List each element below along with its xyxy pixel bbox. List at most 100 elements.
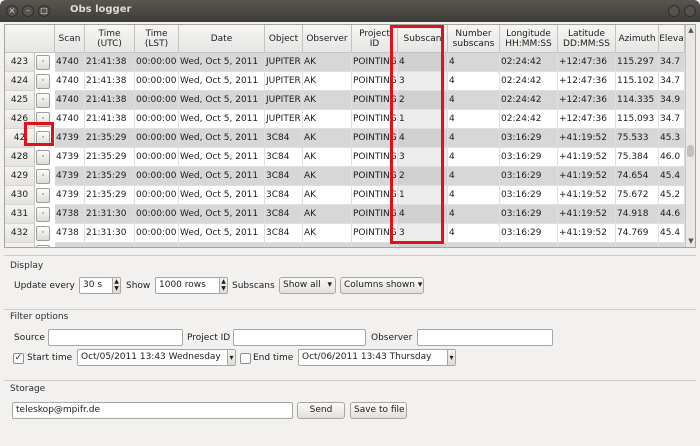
column-header[interactable]: Eleva [659, 25, 685, 53]
spin-arrows-icon[interactable]: ▲ ▼ [112, 278, 120, 293]
table-cell: 00:00:00 [135, 224, 179, 243]
table-cell: 4 [448, 243, 500, 247]
chevron-down-icon[interactable]: ▾ [447, 350, 455, 365]
row-details-button[interactable]: · [36, 169, 50, 184]
end-time-picker[interactable]: Oct/06/2011 13:43 Thursday ▾ [298, 349, 456, 366]
table-cell: AK [303, 129, 352, 148]
table-cell: 75.384 [616, 148, 659, 167]
table-cell: 4 [448, 167, 500, 186]
minimize-icon[interactable]: – [22, 5, 34, 17]
table-cell: 00:00:00 [135, 243, 179, 247]
observer-input[interactable] [417, 329, 553, 346]
row-number: 423 [5, 53, 35, 72]
scroll-up-icon[interactable]: ▲ [686, 25, 695, 35]
table-row[interactable]: 424 · 4740 21:41:38 00:00:00 Wed, Oct 5, 2011… [5, 72, 685, 91]
table-cell: 21:35:29 [85, 148, 135, 167]
expand-icon[interactable] [684, 5, 696, 17]
table-row[interactable]: 425 · 4740 21:41:38 00:00:00 Wed, Oct 5, 2011… [5, 91, 685, 110]
column-header[interactable]: Azimuth [616, 25, 659, 53]
table-row[interactable]: 423 · 4740 21:41:38 00:00:00 Wed, Oct 5, 2011… [5, 53, 685, 72]
table-cell: 4738 [55, 243, 85, 247]
row-details-button[interactable]: · [36, 74, 50, 89]
send-button[interactable]: Send [297, 402, 345, 419]
table-cell: +41:19:52 [558, 224, 616, 243]
table-cell: 02:24:42 [500, 53, 558, 72]
column-header[interactable]: Observer [303, 25, 352, 53]
update-interval-spinner[interactable]: 30 s ▲ ▼ [79, 277, 121, 294]
row-details-button[interactable]: · [36, 245, 50, 247]
table-cell: 115.102 [616, 72, 659, 91]
subscans-dropdown[interactable]: Show all ▾ [279, 277, 336, 294]
row-details-button[interactable]: · [36, 207, 50, 222]
row-number: 428 [5, 148, 35, 167]
show-rows-spinner[interactable]: 1000 rows ▲ ▼ [155, 277, 228, 294]
source-input[interactable] [48, 329, 183, 346]
scroll-thumb[interactable] [687, 145, 694, 157]
row-button-highlight [24, 122, 54, 146]
table-cell: 3C84 [265, 224, 303, 243]
table-cell: AK [303, 148, 352, 167]
maximize-icon[interactable]: □ [38, 5, 50, 17]
table-vertical-scrollbar[interactable]: ▲ ▼ [685, 25, 695, 247]
table-row[interactable]: 428 · 4739 21:35:29 00:00:00 Wed, Oct 5, 2011… [5, 148, 685, 167]
table-cell: 4738 [55, 205, 85, 224]
spin-arrows-icon[interactable]: ▲ ▼ [219, 278, 227, 293]
restore-icon[interactable] [668, 5, 680, 17]
table-cell: 45.4 [659, 224, 685, 243]
row-details-button[interactable]: · [36, 150, 50, 165]
table-row[interactable]: 432 · 4738 21:31:30 00:00:00 Wed, Oct 5, 2011… [5, 224, 685, 243]
column-header[interactable]: Number subscans [448, 25, 500, 53]
column-header[interactable]: Date [179, 25, 265, 53]
table-cell: 21:41:38 [85, 53, 135, 72]
row-details-button[interactable]: · [36, 188, 50, 203]
column-header[interactable]: Time (LST) [135, 25, 179, 53]
row-number: 432 [5, 224, 35, 243]
save-to-file-button[interactable]: Save to file [350, 402, 407, 419]
start-time-picker[interactable]: Oct/05/2011 13:43 Wednesday ▾ [77, 349, 236, 366]
column-header[interactable]: Scan [55, 25, 85, 53]
table-row[interactable]: 429 · 4739 21:35:29 00:00:00 Wed, Oct 5, 2011… [5, 167, 685, 186]
project-id-input[interactable] [233, 329, 366, 346]
table-row[interactable]: 431 · 4738 21:31:30 00:00:00 Wed, Oct 5, 2011… [5, 205, 685, 224]
table-row[interactable]: 433· 473821:31:3000:00:00Wed, Oct 5, 2011… [5, 243, 685, 247]
table-row[interactable]: 426 · 4740 21:41:38 00:00:00 Wed, Oct 5, 2011… [5, 110, 685, 129]
column-header[interactable]: Time (UTC) [85, 25, 135, 53]
table-cell: 3C84 [265, 148, 303, 167]
observer-label: Observer [371, 333, 413, 343]
email-input[interactable]: teleskop@mpifr.de [12, 402, 293, 419]
project-id-label: Project ID [187, 333, 231, 343]
column-header[interactable]: Latitude DD:MM:SS [558, 25, 616, 53]
table-cell: 00:00:00 [135, 167, 179, 186]
column-header[interactable]: Object [265, 25, 303, 53]
table-cell: 03:16:29 [500, 205, 558, 224]
table-cell: 03:16:29 [500, 186, 558, 205]
show-rows-value: 1000 rows [159, 280, 206, 290]
columns-shown-button[interactable]: Columns shown ▾ [340, 277, 424, 294]
table-cell: Wed, Oct 5, 2011 [179, 129, 265, 148]
row-details-button[interactable]: · [36, 93, 50, 108]
table-cell: 74.918 [616, 205, 659, 224]
table-row[interactable]: 430 · 4739 21:35:29 00:00:00 Wed, Oct 5, 2011… [5, 186, 685, 205]
table-cell: 4 [448, 148, 500, 167]
close-icon[interactable]: × [6, 5, 18, 17]
table-cell: 74.769 [616, 224, 659, 243]
table-row[interactable]: 42 · 4739 21:35:29 00:00:00 Wed, Oct 5, 2011 3… [5, 129, 685, 148]
source-label: Source [14, 333, 45, 343]
table-cell: 4 [448, 186, 500, 205]
table-cell: +12:47:36 [558, 91, 616, 110]
table-cell: Wed, Oct 5, 2011 [179, 148, 265, 167]
observations-table: 423 · 4740 21:41:38 00:00:00 Wed, Oct 5, 2011… [4, 24, 696, 248]
start-time-checkbox[interactable]: ✓ [13, 353, 24, 364]
column-header[interactable]: Longitude HH:MM:SS [500, 25, 558, 53]
chevron-down-icon[interactable]: ▾ [227, 350, 235, 365]
table-cell: 34.9 [659, 91, 685, 110]
row-details-button[interactable]: · [36, 55, 50, 70]
scroll-down-icon[interactable]: ▼ [686, 236, 695, 246]
table-cell: 03:16:29 [500, 167, 558, 186]
table-cell: 21:41:38 [85, 110, 135, 129]
table-cell: Wed, Oct 5, 2011 [179, 167, 265, 186]
end-time-checkbox[interactable] [240, 353, 251, 364]
table-cell: 03:16:29 [500, 243, 558, 247]
row-details-button[interactable]: · [36, 226, 50, 241]
table-cell: 3C84 [265, 205, 303, 224]
